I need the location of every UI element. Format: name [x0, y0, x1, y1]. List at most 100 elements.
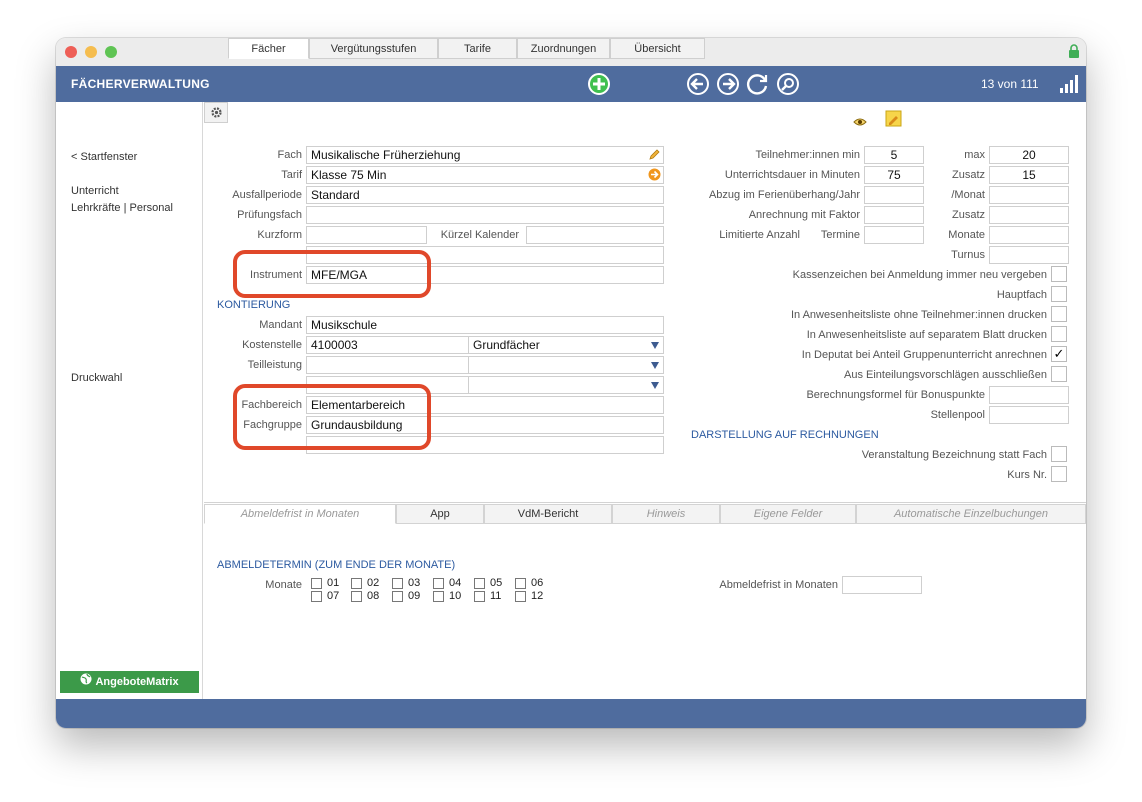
minimize-window-button[interactable] [85, 46, 97, 58]
kuerzel-kalender-label: Kürzel Kalender [440, 229, 519, 241]
kurs-nr-label: Kurs Nr. [1007, 469, 1047, 481]
month-checkbox-02[interactable] [351, 578, 362, 589]
termine-field[interactable] [864, 226, 924, 244]
month-label-09: 09 [408, 590, 421, 602]
settings-tab[interactable] [204, 102, 228, 123]
month-checkbox-08[interactable] [351, 591, 362, 602]
monat-label: /Monat [951, 189, 985, 201]
tab-faecher[interactable]: Fächer [228, 38, 309, 59]
close-window-button[interactable] [65, 46, 77, 58]
month-checkbox-03[interactable] [392, 578, 403, 589]
tab-uebersicht[interactable]: Übersicht [610, 38, 705, 59]
einteilung-checkbox[interactable] [1051, 366, 1067, 382]
mandant-field[interactable]: Musikschule [306, 316, 664, 334]
teilleistung-select[interactable] [468, 356, 664, 374]
month-label-06: 06 [531, 577, 544, 589]
month-checkbox-05[interactable] [474, 578, 485, 589]
monate-field[interactable] [989, 226, 1069, 244]
anwesenheit-separat-label: In Anwesenheitsliste auf separatem Blatt… [806, 329, 1047, 341]
forward-arrow-icon[interactable] [716, 72, 740, 96]
ausfallperiode-field[interactable]: Standard [306, 186, 664, 204]
month-checkbox-12[interactable] [515, 591, 526, 602]
month-checkbox-04[interactable] [433, 578, 444, 589]
zusatz2-label: Zusatz [951, 209, 985, 221]
tab-automatische-einzelbuchungen[interactable]: Automatische Einzelbuchungen [856, 504, 1086, 524]
stellenpool-label: Stellenpool [930, 409, 985, 421]
anwesenheit-ohne-checkbox[interactable] [1051, 306, 1067, 322]
sidebar-item-lehrkraefte[interactable]: Lehrkräfte | Personal [71, 202, 173, 214]
tab-abmeldefrist[interactable]: Abmeldefrist in Monaten [204, 504, 396, 524]
unterrichtsdauer-label: Unterrichtsdauer in Minuten [724, 169, 860, 181]
deputat-checkbox[interactable]: ✓ [1051, 346, 1067, 362]
tab-eigene-felder[interactable]: Eigene Felder [720, 504, 856, 524]
fach-field[interactable]: Musikalische Früherziehung [306, 146, 664, 164]
teilnehmer-min-field[interactable]: 5 [864, 146, 924, 164]
hauptfach-checkbox[interactable] [1051, 286, 1067, 302]
termine-label: Termine [820, 229, 860, 241]
month-label-08: 08 [367, 590, 380, 602]
kurs-nr-checkbox[interactable] [1051, 466, 1067, 482]
turnus-field[interactable] [989, 246, 1069, 264]
section-divider [204, 502, 1086, 503]
month-checkbox-09[interactable] [392, 591, 403, 602]
app-window: FÄCHERVERWALTUNG 13 von 111 < Startfenst… [56, 38, 1086, 728]
month-checkbox-07[interactable] [311, 591, 322, 602]
month-checkbox-06[interactable] [515, 578, 526, 589]
kostenstelle-select[interactable]: Grundfächer [468, 336, 664, 354]
angebote-matrix-button[interactable]: AngeboteMatrix [60, 671, 199, 693]
zusatz2-field[interactable] [989, 206, 1069, 224]
month-checkbox-01[interactable] [311, 578, 322, 589]
zusatz-field[interactable]: 15 [989, 166, 1069, 184]
refresh-icon[interactable] [746, 72, 770, 96]
veranstaltung-checkbox[interactable] [1051, 446, 1067, 462]
unterrichtsdauer-field[interactable]: 75 [864, 166, 924, 184]
sidebar-item-unterricht[interactable]: Unterricht [71, 185, 119, 197]
extra-kontierung-select[interactable] [468, 376, 664, 394]
max-label: max [964, 149, 985, 161]
tarif-field[interactable]: Klasse 75 Min [306, 166, 664, 184]
anwesenheit-ohne-label: In Anwesenheitsliste ohne Teilnehmer:inn… [790, 309, 1047, 321]
fach-label: Fach [277, 149, 302, 161]
kassenzeichen-checkbox[interactable] [1051, 266, 1067, 282]
max-field[interactable]: 20 [989, 146, 1069, 164]
sidebar-item-druckwahl[interactable]: Druckwahl [71, 372, 122, 384]
pruefungsfach-field[interactable] [306, 206, 664, 224]
kostenstelle-field[interactable]: 4100003 [306, 336, 469, 354]
tab-verguetungsstufen[interactable]: Vergütungsstufen [309, 38, 438, 59]
back-to-start-link[interactable]: < Startfenster [71, 151, 137, 163]
anrechnung-field[interactable] [864, 206, 924, 224]
search-icon[interactable] [776, 72, 800, 96]
tab-tarife[interactable]: Tarife [438, 38, 517, 59]
kuerzel-kalender-field[interactable] [526, 226, 664, 244]
zoom-window-button[interactable] [105, 46, 117, 58]
eye-icon[interactable] [853, 114, 867, 126]
tab-hinweis[interactable]: Hinweis [612, 504, 720, 524]
kurzform-label: Kurzform [257, 229, 302, 241]
anwesenheit-separat-checkbox[interactable] [1051, 326, 1067, 342]
month-label-07: 07 [327, 590, 340, 602]
add-icon[interactable] [587, 72, 611, 96]
kostenstelle-label: Kostenstelle [242, 339, 302, 351]
bonuspunkte-field[interactable] [989, 386, 1069, 404]
month-checkbox-11[interactable] [474, 591, 485, 602]
month-checkbox-10[interactable] [433, 591, 444, 602]
instrument-highlight [233, 250, 431, 298]
module-title: FÄCHERVERWALTUNG [71, 77, 210, 91]
stellenpool-field[interactable] [989, 406, 1069, 424]
monate-label: Monate [948, 229, 985, 241]
back-arrow-icon[interactable] [686, 72, 710, 96]
abmeldefrist-field[interactable] [842, 576, 922, 594]
tab-vdm-bericht[interactable]: VdM-Bericht [484, 504, 612, 524]
signal-icon[interactable] [1059, 74, 1079, 94]
tarif-label: Tarif [281, 169, 302, 181]
kostenstelle-select-value: Grundfächer [473, 338, 540, 352]
teilleistung-label: Teilleistung [247, 359, 302, 371]
monat-field[interactable] [989, 186, 1069, 204]
month-label-05: 05 [490, 577, 503, 589]
teilleistung-field[interactable] [306, 356, 469, 374]
tab-app[interactable]: App [396, 504, 484, 524]
note-icon[interactable] [885, 110, 903, 128]
abzug-field[interactable] [864, 186, 924, 204]
kurzform-field[interactable] [306, 226, 427, 244]
tab-zuordnungen[interactable]: Zuordnungen [517, 38, 610, 59]
